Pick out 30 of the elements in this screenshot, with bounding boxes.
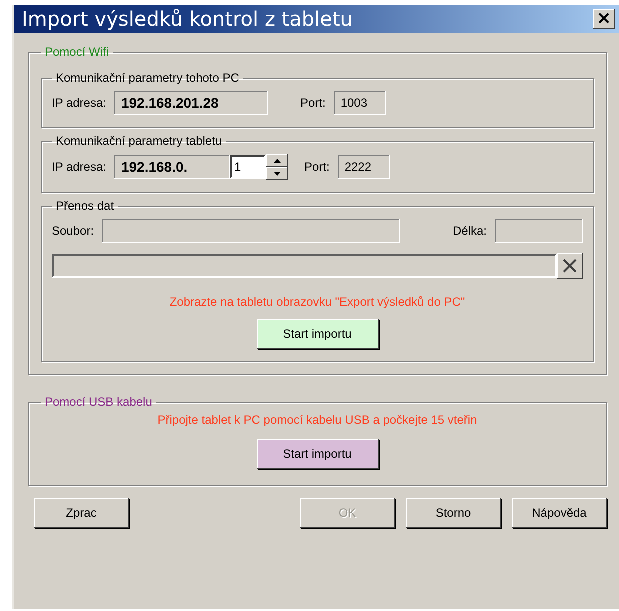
instruction-text: Zobrazte na tabletu obrazovku "Export výsledků do PC" bbox=[168, 295, 466, 309]
ip-last-field[interactable]: 1 bbox=[230, 155, 266, 179]
group-title: Přenos dat bbox=[55, 199, 116, 213]
port-label: Port: bbox=[300, 96, 326, 110]
close-icon bbox=[562, 258, 578, 274]
window-title: Import výsledků kontrol z tabletu bbox=[22, 7, 353, 31]
file-field[interactable] bbox=[102, 219, 400, 243]
length-field[interactable] bbox=[495, 219, 583, 243]
port-field[interactable]: 2222 bbox=[338, 155, 390, 179]
group-title: Komunikační parametry tabletu bbox=[55, 134, 224, 148]
start-import-button[interactable]: Start importu bbox=[256, 439, 378, 469]
ip-label: IP adresa: bbox=[52, 160, 106, 174]
port-field[interactable]: 1003 bbox=[334, 91, 386, 115]
port-label: Port: bbox=[304, 160, 330, 174]
cancel-button[interactable] bbox=[557, 253, 583, 279]
dialog-button[interactable]: Zprac bbox=[34, 498, 129, 528]
close-button[interactable]: × bbox=[593, 9, 615, 29]
instruction-text: Připojte tablet k PC pomocí kabelu USB a počkejte 15 vteřin bbox=[156, 413, 478, 427]
length-label: Délka: bbox=[452, 224, 487, 238]
spinner-buttons[interactable] bbox=[266, 154, 288, 180]
ip-prefix-field[interactable]: 192.168.0. bbox=[114, 155, 230, 179]
start-import-button[interactable]: Start importu bbox=[256, 319, 378, 349]
ip-field[interactable]: 192.168.201.28 bbox=[114, 91, 268, 115]
file-label: Soubor: bbox=[52, 224, 94, 238]
dialog-button[interactable]: Nápověda bbox=[512, 498, 607, 528]
group-title: Pomocí Wifi bbox=[44, 45, 110, 59]
dialog-button[interactable]: Storno bbox=[406, 498, 501, 528]
group-title: Pomocí USB kabelu bbox=[44, 395, 154, 409]
ip-label: IP adresa: bbox=[52, 96, 106, 110]
group-title: Komunikační parametry tohoto PC bbox=[55, 71, 240, 85]
